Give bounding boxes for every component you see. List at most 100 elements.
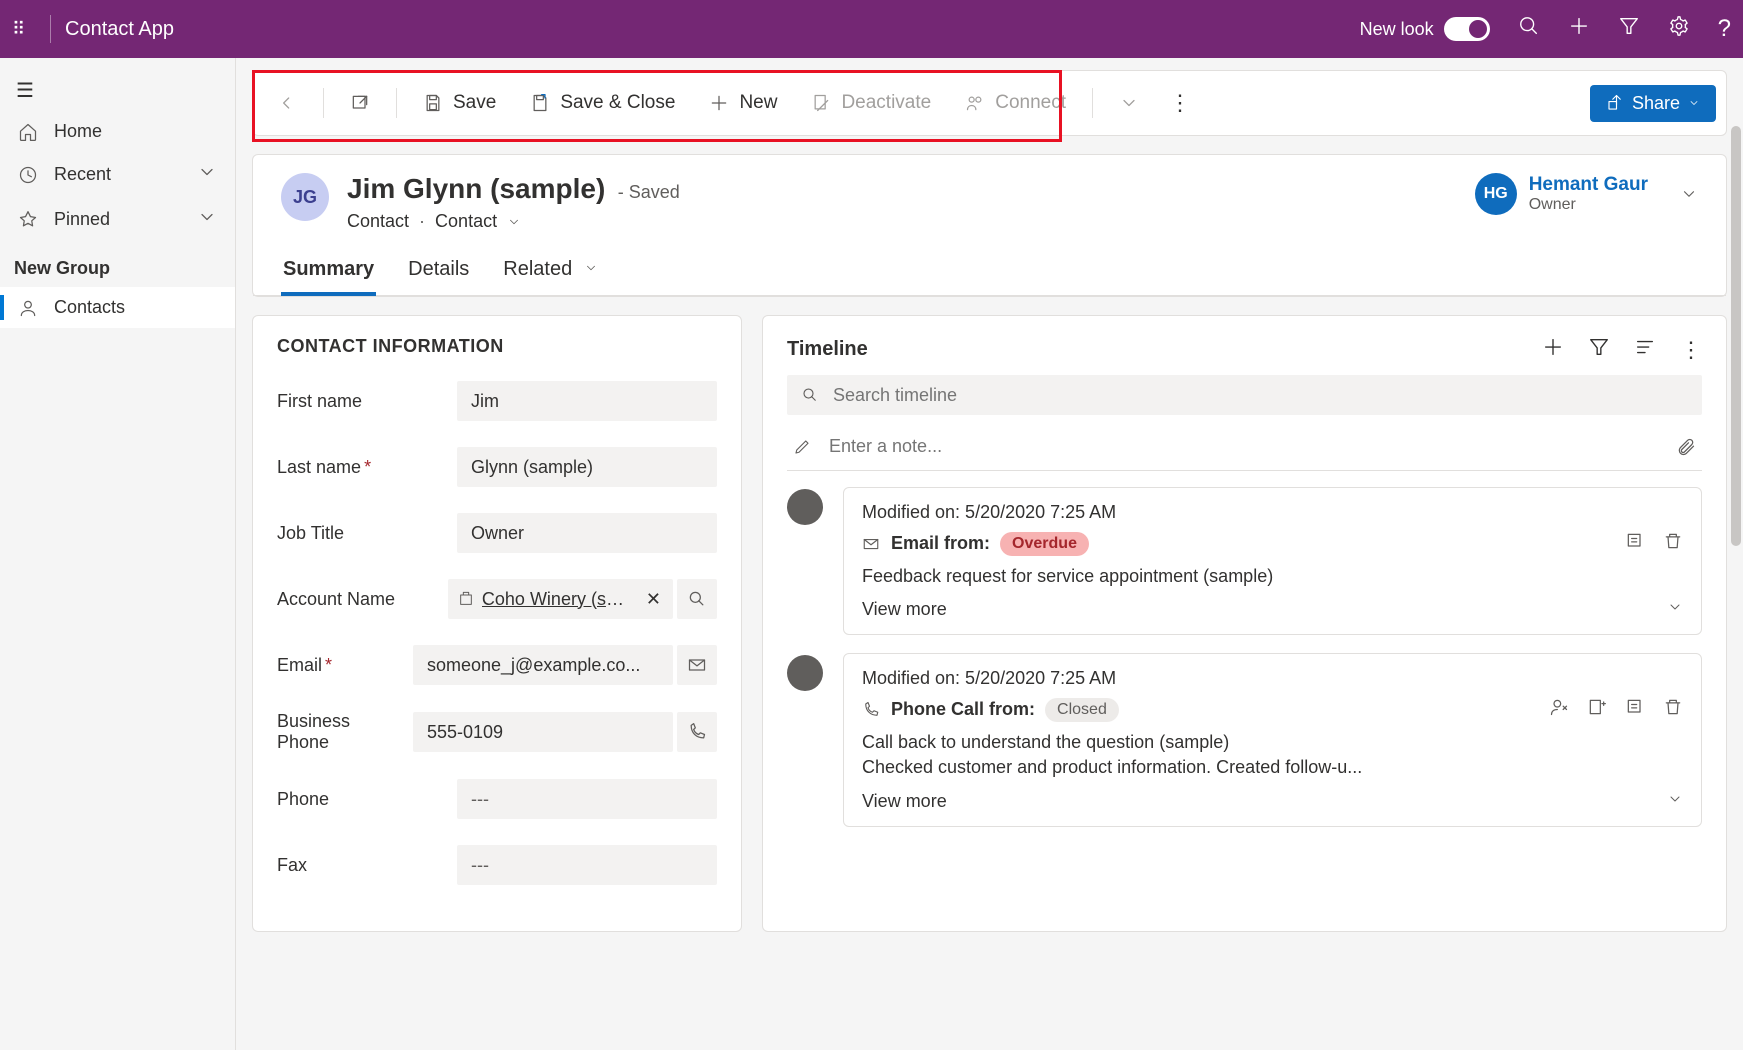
input-first-name[interactable]: [457, 381, 717, 421]
save-close-label: Save & Close: [560, 92, 675, 114]
form-tabs: Summary Details Related: [253, 232, 1726, 296]
chevron-down-icon[interactable]: [197, 162, 217, 187]
chevron-down-icon[interactable]: [1680, 185, 1698, 203]
plus-icon[interactable]: [1568, 15, 1590, 43]
timeline-body: Call back to understand the question (sa…: [862, 730, 1683, 780]
input-fax[interactable]: [457, 845, 717, 885]
connect-dropdown[interactable]: [1105, 87, 1153, 119]
label-fax: Fax: [277, 855, 447, 876]
more-commands-button[interactable]: ⋮: [1159, 90, 1201, 116]
timeline-search[interactable]: [787, 375, 1702, 415]
input-business-phone[interactable]: [413, 712, 673, 752]
timeline-modified: Modified on: 5/20/2020 7:25 AM: [862, 502, 1683, 523]
hamburger-icon[interactable]: ☰: [0, 70, 235, 111]
timeline-filter-icon[interactable]: [1588, 336, 1610, 363]
save-close-button[interactable]: Save & Close: [516, 86, 689, 120]
sidebar-item-home[interactable]: Home: [0, 111, 235, 152]
record-title: Jim Glynn (sample): [347, 173, 605, 205]
timeline-panel: Timeline ⋮: [762, 315, 1727, 932]
timeline-modified: Modified on: 5/20/2020 7:25 AM: [862, 668, 1683, 689]
sidebar: ☰ Home Recent Pinned New Group Contacts: [0, 58, 236, 1050]
delete-icon[interactable]: [1663, 697, 1683, 722]
deactivate-button[interactable]: Deactivate: [797, 86, 945, 120]
tab-details[interactable]: Details: [406, 250, 471, 295]
lookup-account-value: Coho Winery (sam...: [482, 589, 632, 610]
chevron-down-icon[interactable]: [197, 207, 217, 232]
label-account: Account Name: [277, 589, 438, 610]
tab-summary[interactable]: Summary: [281, 250, 376, 295]
add-to-queue-icon[interactable]: [1587, 697, 1607, 722]
tab-related[interactable]: Related: [501, 250, 600, 295]
open-record-button[interactable]: [336, 87, 384, 119]
timeline-avatar: [787, 489, 823, 525]
share-button[interactable]: Share: [1590, 85, 1716, 122]
phone-icon[interactable]: [677, 712, 717, 752]
save-label: Save: [453, 92, 496, 114]
waffle-icon[interactable]: ⠿: [12, 19, 36, 40]
phone-icon: [862, 701, 880, 719]
connect-button[interactable]: Connect: [951, 86, 1080, 120]
sidebar-label-pinned: Pinned: [54, 209, 110, 230]
timeline-note-row[interactable]: [787, 423, 1702, 471]
tab-related-label: Related: [503, 258, 572, 280]
sidebar-item-contacts[interactable]: Contacts: [0, 287, 235, 328]
section-title: CONTACT INFORMATION: [277, 336, 717, 357]
timeline-avatar: [787, 655, 823, 691]
timeline-item: Modified on: 5/20/2020 7:25 AM Phone Cal…: [787, 653, 1702, 826]
divider: [50, 15, 51, 43]
label-job-title: Job Title: [277, 523, 447, 544]
contact-info-panel: CONTACT INFORMATION First name Last name…: [252, 315, 742, 932]
assign-icon[interactable]: [1549, 697, 1569, 722]
email-icon: [862, 535, 880, 553]
new-look-toggle[interactable]: [1444, 17, 1490, 41]
timeline-viewmore[interactable]: View more: [862, 791, 1683, 812]
help-icon[interactable]: ?: [1718, 15, 1731, 43]
lookup-account[interactable]: Coho Winery (sam... ✕: [448, 579, 673, 619]
timeline-item: Modified on: 5/20/2020 7:25 AM Email fro…: [787, 487, 1702, 635]
new-look-label: New look: [1360, 19, 1434, 40]
deactivate-label: Deactivate: [841, 92, 931, 114]
lookup-clear-icon[interactable]: ✕: [640, 589, 667, 610]
connect-label: Connect: [995, 92, 1066, 114]
open-record-icon[interactable]: [1625, 531, 1645, 556]
open-record-icon[interactable]: [1625, 697, 1645, 722]
timeline-note-input[interactable]: [827, 435, 1660, 458]
timeline-search-input[interactable]: [831, 384, 1688, 407]
timeline-add-icon[interactable]: [1542, 336, 1564, 363]
filter-icon[interactable]: [1618, 15, 1640, 43]
label-last-name: Last name: [277, 457, 361, 477]
timeline-viewmore[interactable]: View more: [862, 599, 1683, 620]
chevron-down-icon[interactable]: [507, 215, 521, 229]
sidebar-label-home: Home: [54, 121, 102, 142]
owner-role: Owner: [1529, 196, 1648, 214]
input-last-name[interactable]: [457, 447, 717, 487]
new-button[interactable]: New: [695, 86, 791, 120]
scrollbar[interactable]: [1731, 126, 1741, 546]
search-icon: [801, 386, 819, 404]
back-button[interactable]: [263, 87, 311, 119]
save-button[interactable]: Save: [409, 86, 510, 120]
status-badge: Overdue: [1000, 532, 1089, 556]
delete-icon[interactable]: [1663, 531, 1683, 556]
record-status: - Saved: [618, 182, 680, 202]
label-first-name: First name: [277, 391, 447, 412]
owner-avatar: HG: [1475, 173, 1517, 215]
search-icon[interactable]: [1518, 15, 1540, 43]
settings-icon[interactable]: [1668, 15, 1690, 43]
input-job-title[interactable]: [457, 513, 717, 553]
input-email[interactable]: [413, 645, 673, 685]
timeline-type: Email from:: [862, 533, 990, 554]
main-area: Save Save & Close New Deactivate Connect: [236, 58, 1743, 1050]
sidebar-item-pinned[interactable]: Pinned: [0, 197, 235, 242]
mail-icon[interactable]: [677, 645, 717, 685]
lookup-search-icon[interactable]: [677, 579, 717, 619]
new-label: New: [739, 92, 777, 114]
timeline-more-icon[interactable]: ⋮: [1680, 337, 1702, 363]
attachment-icon[interactable]: [1676, 437, 1696, 457]
record-form[interactable]: Contact: [435, 211, 497, 232]
owner-block[interactable]: HG Hemant Gaur Owner: [1475, 173, 1698, 215]
input-phone[interactable]: [457, 779, 717, 819]
timeline-sort-icon[interactable]: [1634, 336, 1656, 363]
sidebar-item-recent[interactable]: Recent: [0, 152, 235, 197]
sidebar-label-recent: Recent: [54, 164, 111, 185]
